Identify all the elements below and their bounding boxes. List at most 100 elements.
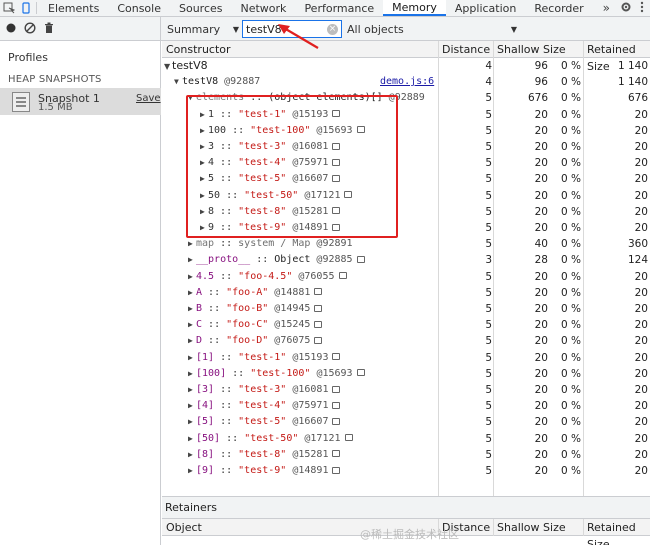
table-row[interactable]: ▶ [9] :: "test-9" @14891 5 20 0 % 20 [162,463,650,479]
reveal-in-panel-icon[interactable] [332,385,341,393]
table-row[interactable]: ▶ map :: system / Map @92891 5 40 0 % 360 [162,236,650,252]
tab-application[interactable]: Application [446,0,525,16]
tab-network[interactable]: Network [232,0,296,16]
collapsed-arrow-icon[interactable]: ▶ [200,204,208,220]
source-link[interactable]: demo.js:6 [380,74,434,90]
table-row[interactable]: ▶ [4] :: "test-4" @75971 5 20 0 % 20 [162,398,650,414]
table-row[interactable]: ▶ 5 :: "test-5" @16607 5 20 0 % 20 [162,171,650,187]
reveal-in-panel-icon[interactable] [332,353,341,361]
collapsed-arrow-icon[interactable]: ▶ [200,171,208,187]
reveal-in-panel-icon[interactable] [338,272,347,280]
ret-header-object[interactable]: Object [162,519,202,536]
ret-header-retained-size[interactable]: Retained Size [583,519,650,545]
header-constructor[interactable]: Constructor [162,41,231,58]
reveal-in-panel-icon[interactable] [344,191,353,199]
header-retained-size[interactable]: Retained Size [583,41,650,73]
tab-console[interactable]: Console [108,0,170,16]
table-row[interactable]: ▼ testV8 4 96 0 % 1 140 [162,58,650,74]
reveal-in-panel-icon[interactable] [356,126,365,134]
tab-memory[interactable]: Memory [383,0,446,16]
reveal-in-panel-icon[interactable] [332,450,341,458]
reveal-in-panel-icon[interactable] [356,255,365,263]
reveal-in-panel-icon[interactable] [314,304,323,312]
collapsed-arrow-icon[interactable]: ▶ [188,285,196,301]
collapsed-arrow-icon[interactable]: ▶ [188,366,196,382]
reveal-in-panel-icon[interactable] [314,336,323,344]
expanded-arrow-icon[interactable]: ▼ [188,90,196,106]
header-shallow-size[interactable]: Shallow Size [493,41,566,58]
tab-sources[interactable]: Sources [170,0,232,16]
snapshot-item[interactable]: Snapshot 1 1.5 MB Save [0,88,161,115]
table-row[interactable]: ▶ 3 :: "test-3" @16081 5 20 0 % 20 [162,139,650,155]
collapsed-arrow-icon[interactable]: ▶ [188,414,196,430]
collapsed-arrow-icon[interactable]: ▶ [200,155,208,171]
reveal-in-panel-icon[interactable] [332,417,341,425]
reveal-in-panel-icon[interactable] [332,401,341,409]
collapsed-arrow-icon[interactable]: ▶ [200,139,208,155]
ret-header-shallow-size[interactable]: Shallow Size [493,519,566,536]
table-row[interactable]: ▶ A :: "foo-A" @14881 5 20 0 % 20 [162,285,650,301]
more-options-icon[interactable] [640,1,644,16]
collapsed-arrow-icon[interactable]: ▶ [188,236,196,252]
reveal-in-panel-icon[interactable] [314,288,323,296]
tab-recorder[interactable]: Recorder [525,0,592,16]
table-row[interactable]: ▶ 8 :: "test-8" @15281 5 20 0 % 20 [162,204,650,220]
table-row[interactable]: ▶ D :: "foo-D" @76075 5 20 0 % 20 [162,333,650,349]
tab-performance[interactable]: Performance [295,0,383,16]
table-row[interactable]: ▼ elements :: (object elements)[] @92889 5… [162,90,650,106]
expanded-arrow-icon[interactable]: ▼ [164,59,172,75]
collapsed-arrow-icon[interactable]: ▶ [188,301,196,317]
expanded-arrow-icon[interactable]: ▼ [174,74,182,90]
collapsed-arrow-icon[interactable]: ▶ [188,398,196,414]
reveal-in-panel-icon[interactable] [344,434,353,442]
table-row[interactable]: ▶ 4 :: "test-4" @75971 5 20 0 % 20 [162,155,650,171]
collapsed-arrow-icon[interactable]: ▶ [188,463,196,479]
reveal-in-panel-icon[interactable] [332,466,341,474]
device-toolbar-icon[interactable] [17,0,34,16]
table-row[interactable]: ▶ 50 :: "test-50" @17121 5 20 0 % 20 [162,188,650,204]
more-tabs-icon[interactable]: » [593,0,620,16]
view-select[interactable]: Summary ▼ [167,22,239,37]
collapsed-arrow-icon[interactable]: ▶ [200,188,208,204]
collapsed-arrow-icon[interactable]: ▶ [188,350,196,366]
trash-icon[interactable] [44,22,54,37]
tab-elements[interactable]: Elements [39,0,108,16]
table-row[interactable]: ▶ [3] :: "test-3" @16081 5 20 0 % 20 [162,382,650,398]
table-row[interactable]: ▶ 9 :: "test-9" @14891 5 20 0 % 20 [162,220,650,236]
collapsed-arrow-icon[interactable]: ▶ [188,269,196,285]
inspect-element-icon[interactable] [0,0,17,16]
collapsed-arrow-icon[interactable]: ▶ [188,252,196,268]
reveal-in-panel-icon[interactable] [332,142,341,150]
reveal-in-panel-icon[interactable] [356,369,365,377]
reveal-in-panel-icon[interactable] [314,320,323,328]
collapsed-arrow-icon[interactable]: ▶ [188,431,196,447]
save-snapshot-link[interactable]: Save [136,93,161,104]
collapsed-arrow-icon[interactable]: ▶ [200,220,208,236]
reveal-in-panel-icon[interactable] [332,174,341,182]
collapsed-arrow-icon[interactable]: ▶ [188,382,196,398]
clear-filter-icon[interactable]: × [327,24,338,35]
table-row[interactable]: ▶ B :: "foo-B" @14945 5 20 0 % 20 [162,301,650,317]
table-row[interactable]: ▶ [8] :: "test-8" @15281 5 20 0 % 20 [162,447,650,463]
table-row[interactable]: ▶ [5] :: "test-5" @16607 5 20 0 % 20 [162,414,650,430]
reveal-in-panel-icon[interactable] [332,158,341,166]
collapsed-arrow-icon[interactable]: ▶ [188,317,196,333]
class-filter-input[interactable]: testV8 × [242,20,342,38]
table-row[interactable]: ▶ [1] :: "test-1" @15193 5 20 0 % 20 [162,350,650,366]
header-distance[interactable]: Distance [438,41,490,58]
record-snapshot-icon[interactable] [6,23,16,36]
collapsed-arrow-icon[interactable]: ▶ [200,107,208,123]
table-row[interactable]: ▶ __proto__ :: Object @92885 3 28 0 % 124 [162,252,650,268]
table-row[interactable]: ▼ testV8 @92887 demo.js:6 4 96 0 % 1 140 [162,74,650,90]
table-row[interactable]: ▶ 100 :: "test-100" @15693 5 20 0 % 20 [162,123,650,139]
table-row[interactable]: ▶ 1 :: "test-1" @15193 5 20 0 % 20 [162,107,650,123]
reveal-in-panel-icon[interactable] [332,207,341,215]
table-row[interactable]: ▶ [100] :: "test-100" @15693 5 20 0 % 20 [162,366,650,382]
settings-gear-icon[interactable] [620,1,632,16]
table-row[interactable]: ▶ [50] :: "test-50" @17121 5 20 0 % 20 [162,431,650,447]
table-row[interactable]: ▶ C :: "foo-C" @15245 5 20 0 % 20 [162,317,650,333]
collapsed-arrow-icon[interactable]: ▶ [188,447,196,463]
clear-profiles-icon[interactable] [24,21,36,37]
table-row[interactable]: ▶ 4.5 :: "foo-4.5" @76055 5 20 0 % 20 [162,269,650,285]
collapsed-arrow-icon[interactable]: ▶ [188,333,196,349]
